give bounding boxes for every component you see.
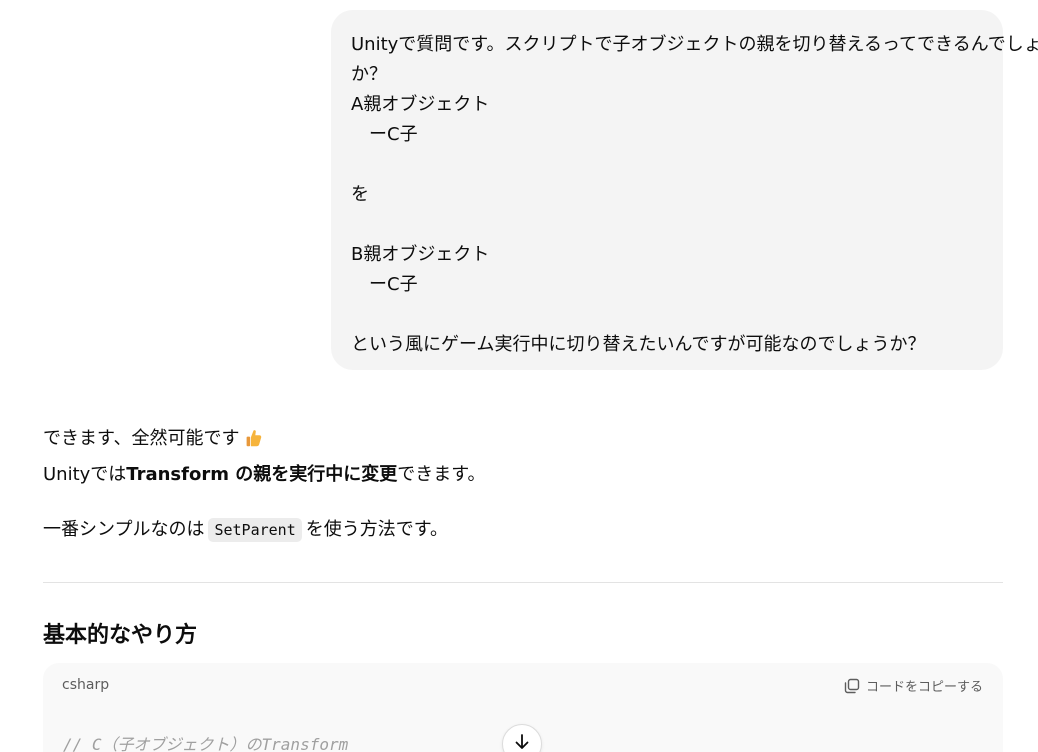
assistant-bold-text: Transform の親を実行中に変更 [126, 464, 398, 485]
assistant-text: を使う方法です。 [305, 519, 448, 540]
user-message-line [351, 210, 983, 240]
user-message-line: ーC子 [351, 124, 418, 145]
user-message-line: か？ [351, 64, 387, 85]
user-message-line: Unityで質問です。スクリプトで子オブジェクトの親を切り替えるってできるんでし… [351, 34, 1038, 55]
chat-page: Unityで質問です。スクリプトで子オブジェクトの親を切り替えるってできるんでし… [0, 0, 1038, 752]
user-message-line: ーC子 [351, 274, 418, 295]
code-comment-line: // C（子オブジェクト）のTransform [63, 735, 349, 752]
user-message-line: B親オブジェクト [351, 244, 490, 265]
arrow-down-icon [513, 733, 531, 752]
user-message-line: という風にゲーム実行中に切り替えたいんですが可能なのでしょうか？ [351, 334, 926, 355]
thumbs-up-icon [246, 427, 262, 447]
assistant-message: できます、全然可能です UnityではTransform の親を実行中に変更でき… [43, 424, 1003, 545]
assistant-intro-text: できます、全然可能です [43, 428, 240, 449]
copy-icon [844, 678, 860, 694]
assistant-line-2: UnityではTransform の親を実行中に変更できます。 [43, 460, 1003, 490]
assistant-text: 一番シンプルなのは [43, 519, 205, 540]
code-language-label: csharp [62, 677, 110, 693]
assistant-text: できます。 [397, 464, 486, 485]
user-message-line: A親オブジェクト [351, 94, 490, 115]
assistant-text: Unityでは [43, 464, 127, 485]
inline-code: SetParent [208, 518, 302, 542]
section-divider [43, 582, 1003, 583]
copy-code-label: コードをコピーする [865, 680, 983, 695]
assistant-line-1: できます、全然可能です [43, 424, 1003, 454]
user-message-line [351, 150, 983, 180]
section-heading: 基本的なやり方 [43, 623, 198, 648]
user-message-bubble: Unityで質問です。スクリプトで子オブジェクトの親を切り替えるってできるんでし… [331, 10, 1038, 370]
copy-code-button[interactable]: コードをコピーする [844, 676, 983, 695]
user-message-line [351, 300, 983, 330]
user-message-line: を [351, 184, 369, 205]
assistant-line-3: 一番シンプルなのは SetParent を使う方法です。 [43, 515, 1003, 545]
